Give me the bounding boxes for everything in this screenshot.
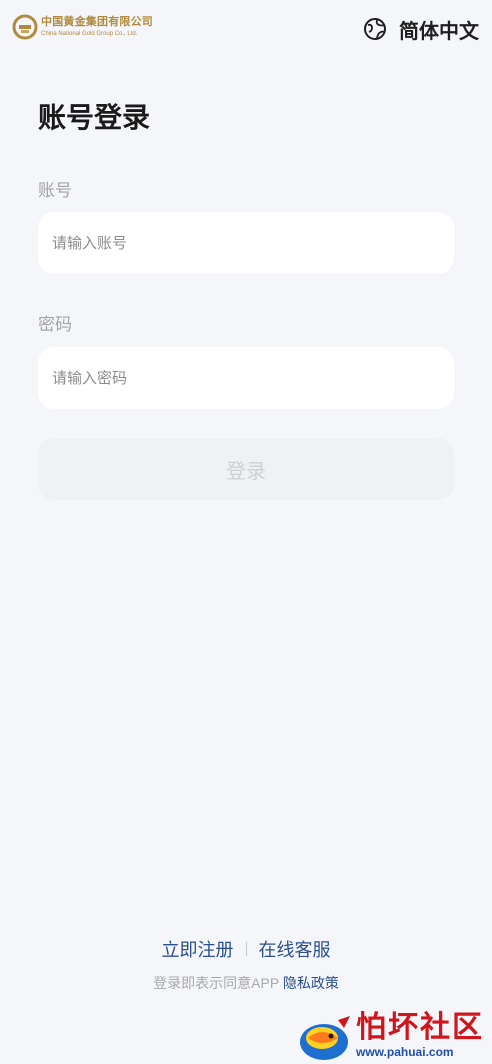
password-label: 密码 [38, 315, 72, 334]
company-logo: 中国黄金集团有限公司 China National Gold Group Co.… [12, 10, 153, 44]
privacy-policy-link[interactable]: 隐私政策 [283, 975, 339, 991]
login-button[interactable]: 登录 [38, 438, 454, 500]
link-divider [245, 942, 247, 956]
password-input[interactable] [38, 347, 454, 409]
gold-emblem-icon [12, 14, 38, 40]
agreement-text: 登录即表示同意APP 隐私政策 [0, 973, 492, 993]
globe-icon [363, 17, 387, 41]
company-name-en: China National Gold Group Co., Ltd. [41, 31, 138, 37]
account-input[interactable] [38, 212, 454, 274]
watermark-url: www.pahuai.com [356, 1045, 454, 1059]
watermark-title: 怕坏社区 [356, 1011, 484, 1044]
account-label: 账号 [38, 181, 72, 200]
site-watermark: 怕坏社区 www.pahuai.com [298, 1008, 492, 1064]
customer-service-link[interactable]: 在线客服 [259, 936, 331, 962]
agreement-prefix: 登录即表示同意APP [153, 975, 279, 991]
bottom-links: 立即注册 在线客服 [0, 936, 492, 962]
company-name-cn: 中国黄金集团有限公司 [41, 16, 153, 28]
language-switcher[interactable]: 简体中文 [363, 14, 479, 44]
register-link[interactable]: 立即注册 [162, 936, 234, 962]
top-bar: 中国黄金集团有限公司 China National Gold Group Co.… [0, 0, 492, 58]
page-title: 账号登录 [38, 102, 151, 133]
language-label: 简体中文 [399, 20, 479, 43]
fish-logo-icon [298, 1008, 354, 1064]
